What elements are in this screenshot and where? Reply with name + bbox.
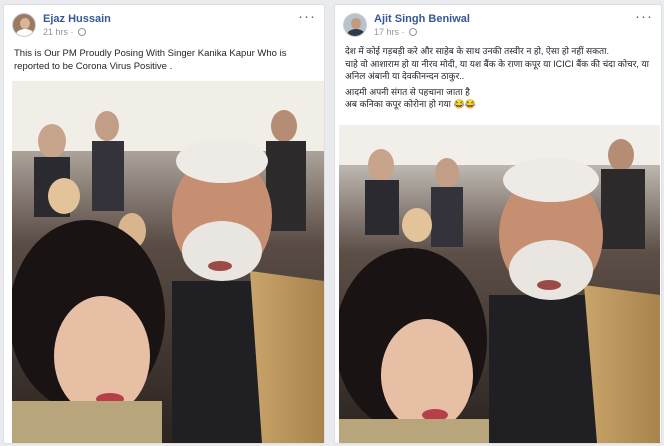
post-text-line: आदमी अपनी संगत से पहचाना जाता है [345,86,470,97]
globe-icon [409,28,418,36]
author-name-link[interactable]: Ajit Singh Beniwal [374,13,470,25]
post-header: Ejaz Hussain 21 hrs · ··· [12,8,316,39]
author-name-link[interactable]: Ejaz Hussain [43,13,111,25]
globe-icon [78,28,87,36]
post-text-line: This is Our PM Proudly Posing With Singe… [14,48,287,72]
post-text: This is Our PM Proudly Posing With Singe… [14,47,316,73]
more-options-icon[interactable]: ··· [635,8,653,25]
post-text-line: देश में कोई गड़बड़ी करे और साहेब के साथ … [345,46,609,56]
facebook-post-2: Ajit Singh Beniwal 17 hrs · ··· देश में … [334,4,662,444]
post-text-line: अब कनिका कपूर कोरोना हो गया 😂😂 [345,99,476,109]
post-header: Ajit Singh Beniwal 17 hrs · ··· [343,8,653,39]
profile-avatar[interactable] [12,13,36,37]
profile-avatar[interactable] [343,13,367,37]
selfie-photo[interactable] [12,81,324,443]
post-timestamp[interactable]: 21 hrs · [43,27,87,37]
post-text-line: चाहे वो आशाराम हो या नीरव मोदी, या यश बै… [345,58,649,82]
meta-separator: · [401,27,405,37]
more-options-icon[interactable]: ··· [298,8,316,25]
facebook-post-1: Ejaz Hussain 21 hrs · ··· This is Our PM… [3,4,325,444]
timestamp-text: 21 hrs [43,27,69,37]
timestamp-text: 17 hrs [374,27,400,37]
selfie-photo[interactable] [339,125,660,443]
meta-separator: · [70,27,74,37]
post-timestamp[interactable]: 17 hrs · [374,27,418,37]
post-text: देश में कोई गड़बड़ी करे और साहेब के साथ … [345,45,653,111]
